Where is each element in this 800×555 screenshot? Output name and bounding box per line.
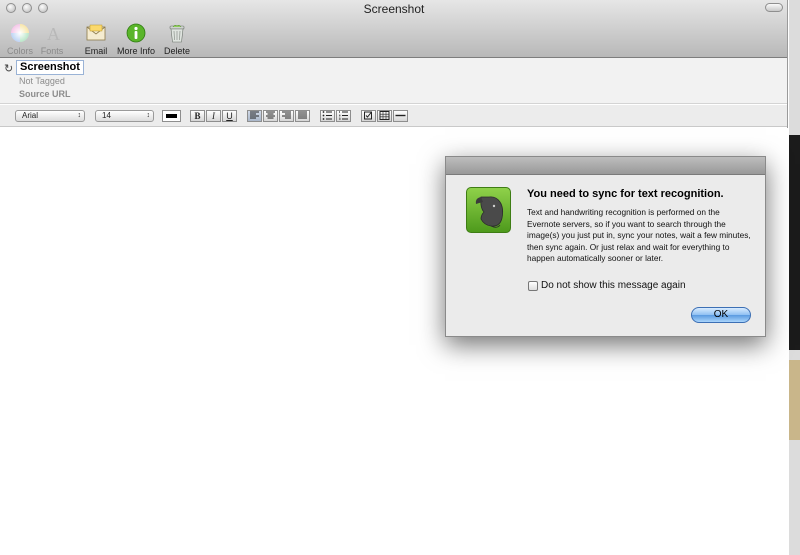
fonts-icon: A: [47, 24, 60, 43]
source-url-field[interactable]: Source URL: [19, 89, 71, 99]
email-label: Email: [84, 46, 108, 56]
table-insert-button[interactable]: [377, 110, 392, 122]
format-toolbar: Arial ↕ 14 ↕ B I U: [0, 105, 787, 127]
font-family-select[interactable]: Arial ↕: [15, 110, 85, 122]
fonts-label: Fonts: [40, 46, 64, 56]
more-info-label: More Info: [116, 46, 156, 56]
dialog-heading: You need to sync for text recognition.: [527, 188, 724, 200]
email-button[interactable]: Email: [82, 22, 110, 56]
bold-button[interactable]: B: [190, 110, 205, 122]
justify-button[interactable]: [295, 110, 310, 122]
align-left-icon: [250, 111, 259, 119]
checkbox-insert-button[interactable]: [361, 110, 376, 122]
select-arrows-icon: ↕: [146, 112, 151, 119]
background-window-edge: [789, 0, 800, 555]
colors-label: Colors: [6, 46, 33, 56]
toolbar-toggle-button[interactable]: [765, 3, 783, 12]
horizontal-rule-icon: [395, 114, 406, 117]
fonts-button[interactable]: A Fonts: [38, 22, 66, 56]
numbered-list-button[interactable]: [336, 110, 351, 122]
underline-button[interactable]: U: [222, 110, 237, 122]
align-right-button[interactable]: [279, 110, 294, 122]
align-right-icon: [282, 111, 291, 119]
note-title-field[interactable]: Screenshot: [16, 60, 84, 75]
window-titlebar: Screenshot Colors A Fonts Email More Inf…: [0, 0, 787, 58]
svg-text:A: A: [47, 24, 60, 43]
delete-label: Delete: [163, 46, 190, 56]
background-tan-panel: [789, 360, 800, 440]
dialog-titlebar: [446, 157, 765, 175]
horizontal-rule-button[interactable]: [393, 110, 408, 122]
evernote-elephant-icon: [466, 187, 511, 233]
trash-icon: [169, 24, 185, 43]
ok-button[interactable]: OK: [691, 307, 751, 323]
sync-alert-dialog: You need to sync for text recognition. T…: [445, 156, 766, 337]
window-title: Screenshot: [363, 2, 425, 16]
note-header: ↻ Screenshot Not Tagged Source URL: [0, 58, 787, 104]
bullet-list-icon: [322, 111, 332, 120]
checkbox-icon: [364, 111, 372, 120]
sync-icon[interactable]: ↻: [4, 62, 13, 75]
do-not-show-checkbox[interactable]: [528, 281, 538, 291]
color-wheel-icon: [11, 24, 29, 42]
envelope-icon: [86, 24, 106, 41]
info-icon: [126, 23, 146, 43]
italic-button[interactable]: I: [206, 110, 221, 122]
select-arrows-icon: ↕: [77, 112, 82, 119]
justify-icon: [298, 111, 307, 119]
dialog-message: Text and handwriting recognition is perf…: [527, 207, 751, 263]
font-size-select[interactable]: 14 ↕: [95, 110, 154, 122]
more-info-button[interactable]: More Info: [114, 22, 158, 56]
elephant-glyph: [475, 196, 504, 228]
table-icon: [379, 111, 390, 120]
align-center-button[interactable]: [263, 110, 278, 122]
delete-button[interactable]: Delete: [162, 22, 192, 56]
colors-button[interactable]: Colors: [4, 22, 36, 56]
bullet-list-button[interactable]: [320, 110, 335, 122]
font-size-value: 14: [102, 111, 111, 120]
text-color-fill: [166, 114, 177, 118]
numbered-list-icon: [339, 111, 348, 121]
do-not-show-label[interactable]: Do not show this message again: [541, 280, 686, 291]
tags-field[interactable]: Not Tagged: [19, 76, 65, 86]
background-dark-panel: [789, 135, 800, 350]
align-left-button[interactable]: [247, 110, 262, 122]
align-center-icon: [266, 111, 275, 119]
text-color-swatch[interactable]: [162, 110, 181, 122]
font-family-value: Arial: [22, 111, 39, 120]
